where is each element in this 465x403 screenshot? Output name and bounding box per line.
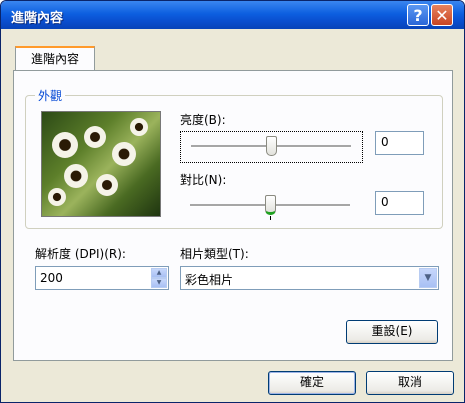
title-bar: 進階內容 ? ✕: [1, 1, 464, 29]
help-button[interactable]: ?: [407, 4, 429, 26]
contrast-label: 對比(N):: [180, 173, 227, 187]
brightness-thumb[interactable]: [265, 136, 277, 156]
resolution-value: 200: [40, 271, 63, 285]
dialog-window: 進階內容 ? ✕ 進階內容 外觀 亮度(B): 0 對比(N): 0 解析度 (…: [0, 0, 465, 403]
flower-decor: [130, 118, 148, 136]
picture-type-label: 相片類型(T):: [180, 247, 249, 261]
flower-decor: [96, 174, 118, 196]
cancel-button[interactable]: 取消: [366, 371, 454, 395]
close-icon: ✕: [435, 5, 449, 25]
chevron-down-icon[interactable]: ▼: [419, 268, 437, 288]
ok-button[interactable]: 確定: [268, 371, 356, 395]
spin-down-icon[interactable]: ▼: [151, 278, 167, 288]
flower-decor: [48, 188, 66, 206]
close-button[interactable]: ✕: [431, 4, 453, 26]
help-icon: ?: [413, 5, 423, 25]
brightness-slider[interactable]: [180, 131, 363, 163]
brightness-field[interactable]: 0: [375, 131, 424, 155]
flower-decor: [64, 164, 88, 188]
window-title: 進階內容: [11, 11, 64, 26]
tab-advanced-properties[interactable]: 進階內容: [15, 46, 95, 72]
resolution-spinner[interactable]: 200 ▲ ▼: [35, 266, 169, 290]
contrast-field[interactable]: 0: [375, 191, 424, 215]
flower-decor: [112, 142, 136, 166]
contrast-tick: [270, 216, 271, 220]
preview-image: [41, 111, 161, 217]
picture-type-value: 彩色相片: [185, 273, 234, 287]
picture-type-select[interactable]: 彩色相片 ▼: [180, 266, 439, 290]
brightness-label: 亮度(B):: [180, 113, 226, 127]
spin-buttons: ▲ ▼: [151, 268, 167, 288]
reset-button[interactable]: 重設(E): [346, 320, 438, 344]
spin-up-icon[interactable]: ▲: [151, 268, 167, 278]
contrast-slider[interactable]: [180, 191, 361, 221]
flower-decor: [52, 132, 78, 158]
appearance-legend: 外觀: [35, 87, 66, 104]
resolution-label: 解析度 (DPI)(R):: [35, 247, 126, 261]
flower-decor: [84, 126, 106, 148]
contrast-thumb[interactable]: [264, 195, 276, 215]
